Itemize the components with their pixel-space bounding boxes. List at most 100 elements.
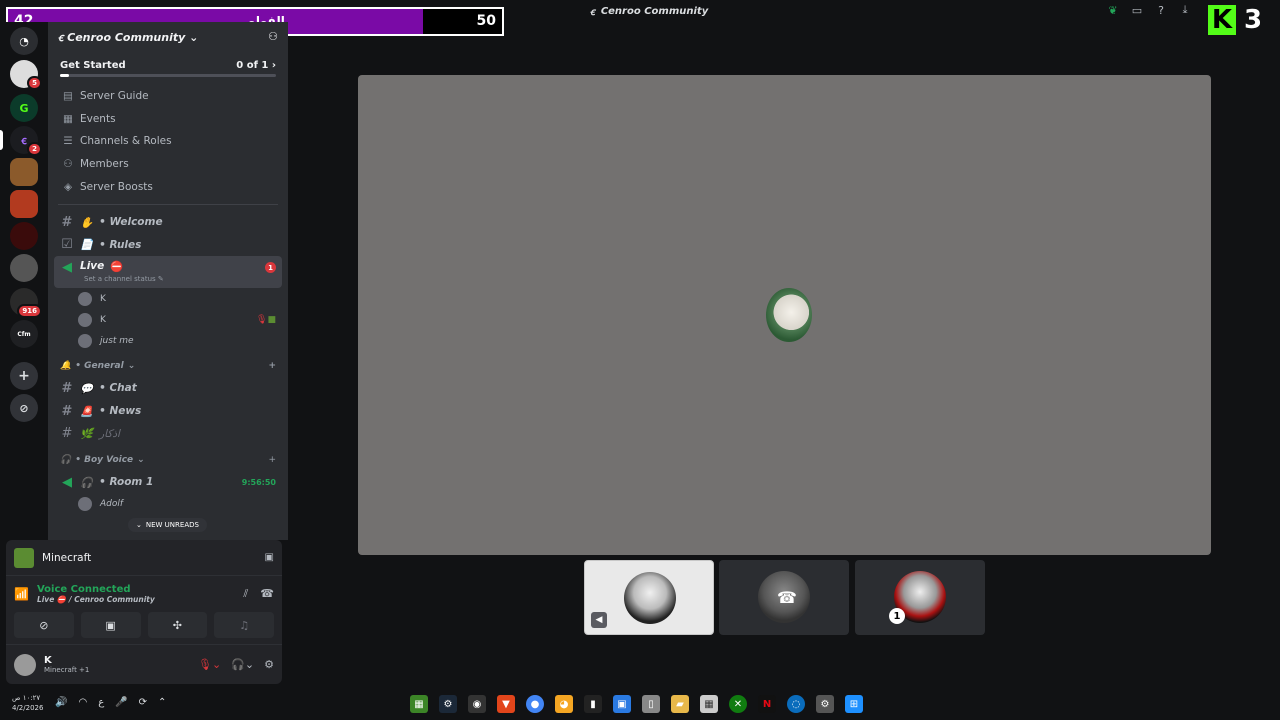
inbox-icon[interactable]: ▭	[1130, 3, 1144, 17]
channel-welcome[interactable]: # ✋ • Welcome	[48, 211, 288, 234]
download-icon[interactable]: ⤓	[1178, 3, 1192, 17]
category-general[interactable]: 🔔 • General ⌄ +	[48, 355, 288, 377]
server-icon-1[interactable]: 5	[10, 60, 42, 90]
device-app-icon[interactable]: ▯	[642, 695, 660, 713]
nav-channels-roles[interactable]: ☰ Channels & Roles	[48, 130, 288, 153]
nav-events[interactable]: ▦ Events	[48, 108, 288, 131]
participant-tile[interactable]: ☎	[719, 560, 849, 635]
language-indicator[interactable]: ع	[98, 697, 104, 708]
taskbar: ١٠:٢٧ ص 4/2/2026 🔊 ◠ ع 🎤 ⟳ ⌃ ▦ ⚙ ◉ ▼ ● ◕…	[0, 690, 1280, 720]
avatar	[78, 291, 92, 306]
get-started[interactable]: Get Started 0 of 1 ›	[56, 52, 280, 77]
avatar	[78, 333, 92, 348]
photos-app-icon[interactable]: ▣	[613, 695, 631, 713]
disconnect-icon[interactable]: ☎	[260, 587, 274, 601]
help-icon[interactable]: ?	[1154, 3, 1168, 17]
headphones-icon[interactable]: 🎧⌄	[231, 658, 254, 671]
settings-app-icon[interactable]: ⚙	[816, 695, 834, 713]
server-icon-game[interactable]	[10, 190, 38, 218]
wifi-icon[interactable]: ◠	[78, 697, 87, 708]
channel-status-text: Set a channel status	[84, 275, 156, 284]
nitro-leaf-icon[interactable]: ❦	[1106, 3, 1120, 17]
nav-label: Channels & Roles	[80, 135, 172, 148]
nav-server-guide[interactable]: ▤ Server Guide	[48, 85, 288, 108]
activities-button[interactable]: ✣	[147, 612, 208, 638]
speaker-avatar[interactable]	[766, 288, 812, 342]
bell-icon: 🔔	[60, 361, 72, 372]
server-icon-gray[interactable]	[10, 254, 38, 282]
volume-icon[interactable]: 🔊	[55, 697, 67, 708]
server-icon-cfm[interactable]: Cfm	[10, 320, 38, 348]
minecraft-app-icon[interactable]: ▦	[410, 695, 428, 713]
windows-start-icon[interactable]: ⊞	[845, 695, 863, 713]
user-activity: Minecraft +1	[44, 666, 90, 674]
discord-app-icon[interactable]: ◕	[555, 695, 573, 713]
netflix-app-icon[interactable]: N	[758, 695, 776, 713]
server-icon-red[interactable]	[10, 222, 38, 250]
voice-user[interactable]: K	[48, 288, 288, 309]
mouse-app-icon[interactable]: ▮	[584, 695, 602, 713]
soundboard-button[interactable]: ♫	[214, 612, 274, 638]
server-label: Cfm	[17, 330, 31, 338]
settings-gear-icon[interactable]: ⚙	[264, 658, 274, 671]
invite-icon[interactable]: ⚇	[268, 30, 278, 44]
nav-members[interactable]: ⚇ Members	[48, 153, 288, 176]
signal-icon[interactable]: 📶	[14, 587, 29, 601]
hash-icon: #	[61, 380, 73, 396]
obs-app-icon[interactable]: ◉	[468, 695, 486, 713]
brave-app-icon[interactable]: ▼	[497, 695, 515, 713]
voice-status[interactable]: Voice Connected	[37, 584, 235, 595]
user-avatar[interactable]	[14, 653, 36, 676]
xbox-app-icon[interactable]: ✕	[729, 695, 747, 713]
category-boy-voice[interactable]: 🎧 • Boy Voice ⌄ +	[48, 449, 288, 471]
channel-name: اذكار	[99, 427, 120, 440]
noise-suppression-icon[interactable]: ⫽	[243, 587, 248, 601]
nav-server-boosts[interactable]: ◈ Server Boosts	[48, 175, 288, 198]
voice-stage[interactable]	[358, 75, 1211, 555]
channel-live[interactable]: ◀ Live ⛔ Set a channel status ✎ 1	[54, 256, 282, 289]
participant-avatar	[624, 572, 676, 624]
window-title: ꞓ Cenroo Community	[590, 4, 708, 19]
voice-user[interactable]: Adolf	[48, 494, 288, 515]
user-info[interactable]: K Minecraft +1	[44, 655, 190, 674]
discover-icon[interactable]: ⊘	[10, 394, 38, 422]
chevron-up-icon[interactable]: ⌃	[158, 697, 166, 708]
participant-tile[interactable]: 1	[855, 560, 985, 635]
sync-icon[interactable]: ⟳	[139, 697, 147, 708]
voice-user[interactable]: K 🎙■	[48, 309, 288, 330]
edge-app-icon[interactable]: ◌	[787, 695, 805, 713]
share-screen-icon[interactable]: ▣	[265, 552, 274, 563]
add-channel-icon[interactable]: +	[268, 455, 276, 465]
channel-news[interactable]: # 🚨 • News	[48, 400, 288, 423]
voice-channel-icon: ◀	[62, 260, 72, 276]
clock[interactable]: ١٠:٢٧ ص 4/2/2026	[12, 693, 43, 713]
server-icon-dark[interactable]: 916	[10, 288, 42, 318]
participant-tile[interactable]: ◀	[584, 560, 714, 635]
nav-label: Members	[80, 158, 129, 171]
mic-muted-icon[interactable]: 🎙⌄	[198, 658, 221, 671]
store-app-icon[interactable]: ▦	[700, 695, 718, 713]
server-icon-minecraft[interactable]	[10, 158, 38, 186]
channel-status[interactable]: Set a channel status ✎	[84, 275, 164, 283]
server-icon-cenroo[interactable]: ꞓ 2	[10, 126, 42, 156]
channel-chat[interactable]: # 💬 • Chat	[48, 377, 288, 400]
server-header[interactable]: ꞓ Cenroo Community ⌄ ⚇	[48, 22, 288, 52]
activity-row[interactable]: Minecraft ▣	[6, 540, 282, 576]
add-server-icon[interactable]: +	[10, 362, 38, 390]
steam-app-icon[interactable]: ⚙	[439, 695, 457, 713]
voice-channel[interactable]: Live ⛔ / Cenroo Community	[37, 595, 235, 604]
channel-rules[interactable]: ☑ 📄 • Rules	[48, 234, 288, 257]
direct-messages-icon[interactable]: ◔	[10, 27, 38, 55]
screen-share-button[interactable]: ▣	[80, 612, 141, 638]
new-unreads-button[interactable]: ⌄ NEW UNREADS	[128, 518, 207, 532]
voice-user[interactable]: just me	[48, 330, 288, 351]
camera-off-button[interactable]: ⊘	[14, 612, 74, 638]
members-icon: ⚇	[63, 158, 73, 171]
microphone-icon[interactable]: 🎤	[115, 697, 127, 708]
chrome-app-icon[interactable]: ●	[526, 695, 544, 713]
channel-azkar[interactable]: # 🌿 اذكار	[48, 422, 288, 445]
add-channel-icon[interactable]: +	[268, 361, 276, 371]
file-explorer-icon[interactable]: ▰	[671, 695, 689, 713]
server-icon-g[interactable]: G	[10, 94, 38, 122]
channel-room-1[interactable]: ◀ 🎧 • Room 1 9:56:50	[48, 471, 288, 494]
